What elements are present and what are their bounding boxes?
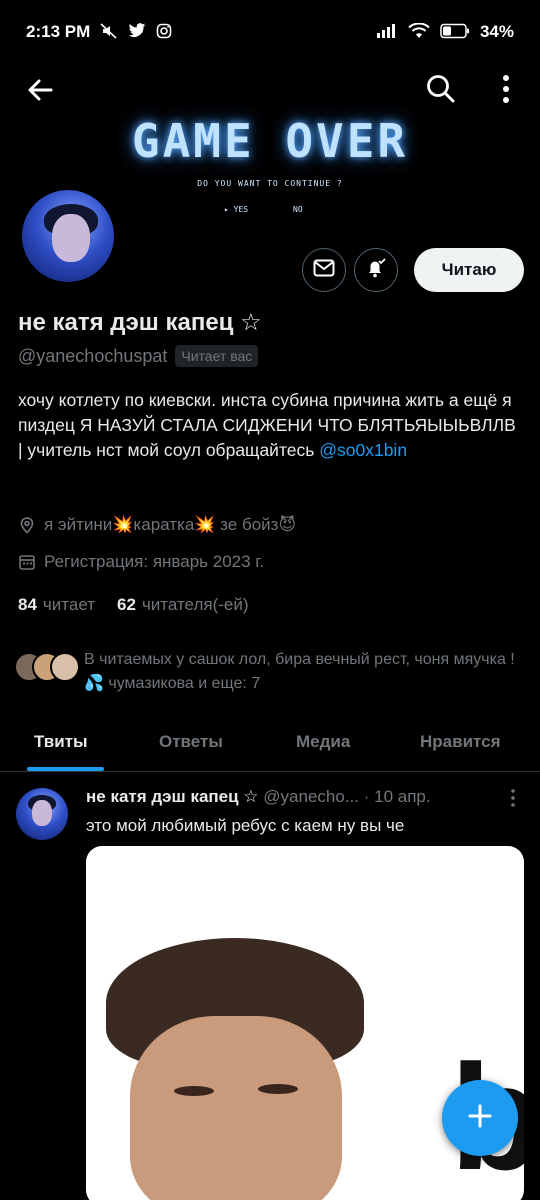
instagram-icon bbox=[156, 23, 172, 42]
back-arrow-icon[interactable] bbox=[24, 74, 56, 106]
following-label: читает bbox=[42, 595, 96, 614]
signal-icon bbox=[376, 23, 398, 41]
battery-percent: 34% bbox=[479, 22, 514, 41]
bell-check-icon bbox=[364, 256, 388, 285]
tweet-date[interactable]: · 10 апр. bbox=[364, 787, 431, 806]
profile-tabs: Твиты Ответы Медиа Нравится bbox=[0, 718, 540, 772]
status-bar-left: 2:13 PM bbox=[26, 22, 172, 42]
joined-text: Регистрация: январь 2023 г. bbox=[44, 552, 265, 571]
tweet-text: это мой любимый ребус с каем ну вы че bbox=[86, 816, 405, 835]
banner-title: GAME OVER bbox=[131, 114, 409, 168]
joined-row: Регистрация: январь 2023 г. bbox=[18, 552, 264, 572]
more-options-icon[interactable] bbox=[496, 72, 516, 106]
tweet-more-icon[interactable] bbox=[508, 788, 518, 808]
tab-media[interactable]: Медиа bbox=[296, 732, 350, 752]
profile-avatar[interactable] bbox=[18, 186, 118, 286]
status-bar-right: 34% bbox=[376, 22, 514, 42]
bio-mention-link[interactable]: @so0x1bin bbox=[319, 440, 407, 460]
message-button[interactable] bbox=[302, 248, 346, 292]
avatar-face bbox=[32, 800, 52, 826]
known-followers-text: В читаемых у сашок лол, бира вечный рест… bbox=[84, 651, 515, 692]
envelope-icon bbox=[313, 259, 335, 282]
banner-option-no: NO bbox=[293, 205, 303, 214]
battery-icon bbox=[440, 23, 470, 42]
wifi-icon bbox=[408, 22, 430, 42]
notifications-button[interactable] bbox=[354, 248, 398, 292]
tweet-author-handle: @yanecho... bbox=[263, 787, 359, 806]
following-count: 84 bbox=[18, 595, 37, 614]
location-pin-icon bbox=[18, 516, 36, 534]
banner-subtitle: DO YOU WANT TO CONTINUE ? bbox=[197, 179, 343, 188]
profile-name: не катя дэш капец ☆ bbox=[18, 309, 262, 336]
photo-face bbox=[130, 1016, 342, 1200]
profile-bio: хочу котлету по киевски. инста субина пр… bbox=[18, 388, 518, 463]
profile-handle: @yanechochuspat bbox=[18, 345, 168, 366]
handle-row: @yanechochuspat Читает вас bbox=[18, 345, 259, 367]
tweet-avatar[interactable] bbox=[16, 788, 68, 840]
tweet-header: не катя дэш капец ☆ @yanecho... · 10 апр… bbox=[86, 787, 431, 807]
follows-you-badge: Читает вас bbox=[175, 345, 259, 367]
plus-icon bbox=[466, 1102, 494, 1135]
follow-counts: 84 читает 62 читателя(-ей) bbox=[18, 595, 249, 615]
tab-likes[interactable]: Нравится bbox=[420, 732, 501, 752]
calendar-icon bbox=[18, 553, 36, 571]
mute-icon bbox=[100, 22, 118, 42]
followers-label: читателя(-ей) bbox=[141, 595, 249, 614]
location-text: я эйтини💥каратка💥 зе бойз😈 bbox=[44, 515, 297, 534]
followers-count: 62 bbox=[117, 595, 136, 614]
location-row: я эйтини💥каратка💥 зе бойз😈 bbox=[18, 515, 296, 535]
tweet-author-name[interactable]: не катя дэш капец ☆ bbox=[86, 787, 259, 806]
active-tab-indicator bbox=[27, 767, 104, 771]
following-count-link[interactable]: 84 читает bbox=[18, 595, 95, 615]
tab-replies[interactable]: Ответы bbox=[159, 732, 223, 752]
bio-text: хочу котлету по киевски. инста субина пр… bbox=[18, 390, 516, 460]
status-time: 2:13 PM bbox=[26, 22, 91, 41]
banner-option-yes: ▸ YES bbox=[224, 205, 249, 214]
followers-count-link[interactable]: 62 читателя(-ей) bbox=[117, 595, 249, 615]
twitter-icon bbox=[128, 23, 146, 41]
known-followers-avatars bbox=[14, 652, 80, 686]
following-button[interactable]: Читаю bbox=[414, 248, 524, 292]
status-bar: 2:13 PM 34% bbox=[0, 0, 540, 66]
avatar-face bbox=[52, 214, 90, 262]
tab-tweets[interactable]: Твиты bbox=[34, 732, 87, 752]
search-icon[interactable] bbox=[424, 72, 456, 104]
compose-tweet-button[interactable] bbox=[442, 1080, 518, 1156]
known-follower-avatar bbox=[50, 652, 80, 682]
photo-eye bbox=[258, 1084, 298, 1094]
photo-eye bbox=[174, 1086, 214, 1096]
